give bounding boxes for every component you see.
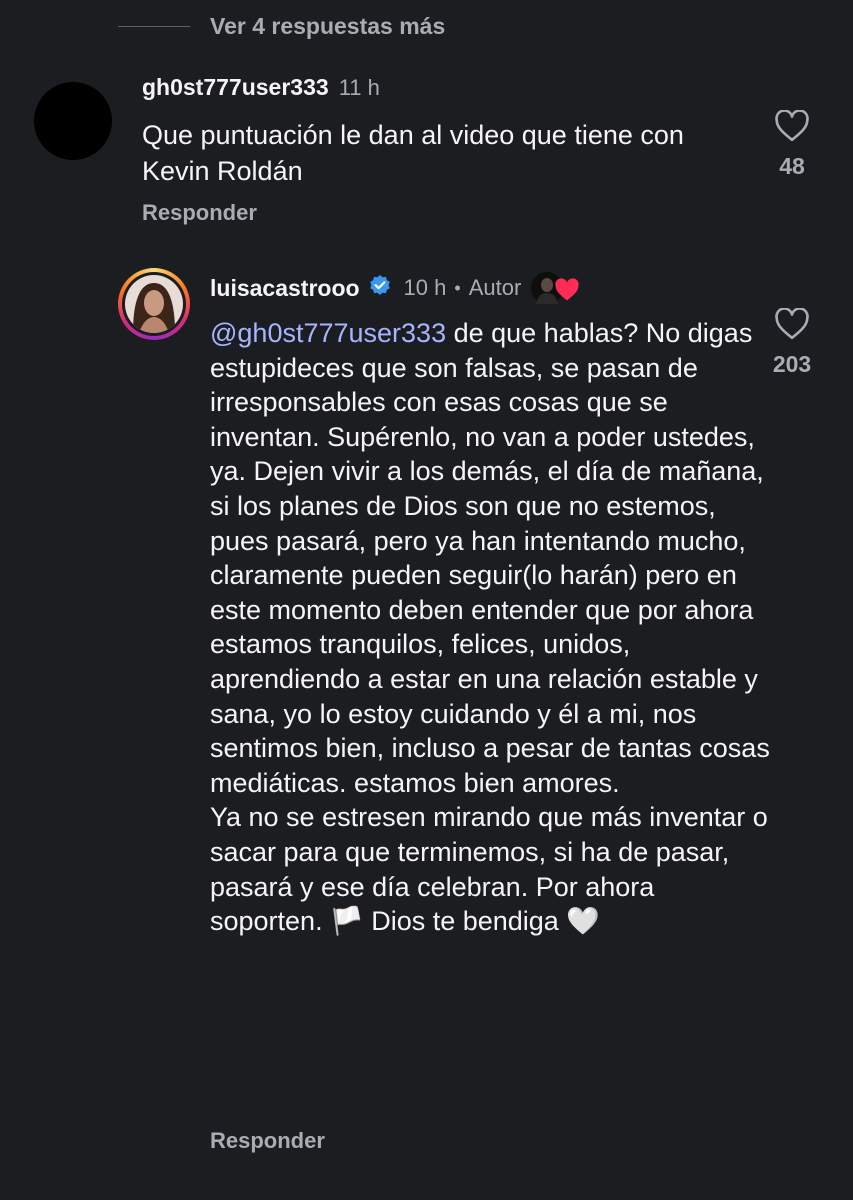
like-count: 203 [772, 351, 812, 377]
commenter-avatar[interactable] [34, 82, 112, 160]
reply-header: luisacastrooo 10 h • Autor [210, 271, 587, 305]
heart-outline-icon[interactable] [774, 307, 810, 345]
liked-by-author-badge [531, 271, 587, 305]
comment-username[interactable]: gh0st777user333 [142, 74, 329, 101]
like-count: 48 [779, 153, 805, 179]
author-avatar-photo [125, 275, 183, 333]
view-more-replies-label: Ver 4 respuestas más [210, 12, 446, 39]
comment-text: Que puntuación le dan al video que tiene… [142, 120, 684, 186]
heart-filled-icon [555, 278, 579, 301]
mention-link[interactable]: @gh0st777user333 [210, 318, 446, 348]
reply-like: 203 [762, 307, 822, 378]
reply-timestamp: 10 h [403, 275, 447, 300]
comment-timestamp: 11 h [338, 75, 380, 100]
comment-like: 48 [762, 109, 822, 180]
author-avatar[interactable] [118, 268, 190, 340]
thread-line [118, 25, 190, 27]
reply-text: @gh0st777user333 de que hablas? No digas… [210, 316, 770, 939]
verified-badge-icon [368, 274, 392, 303]
reply-button[interactable]: Responder [142, 200, 257, 226]
heart-outline-icon[interactable] [774, 109, 810, 147]
reply-button[interactable]: Responder [210, 1128, 325, 1154]
author-tag: Autor [468, 275, 522, 300]
reply-text-content: de que hablas? No digas estupideces que … [210, 318, 770, 937]
separator-dot: • [454, 277, 461, 298]
reply-username[interactable]: luisacastrooo [210, 275, 360, 302]
comment-header: gh0st777user333 11 h [142, 74, 380, 101]
view-more-replies[interactable]: Ver 4 respuestas más [118, 8, 445, 44]
